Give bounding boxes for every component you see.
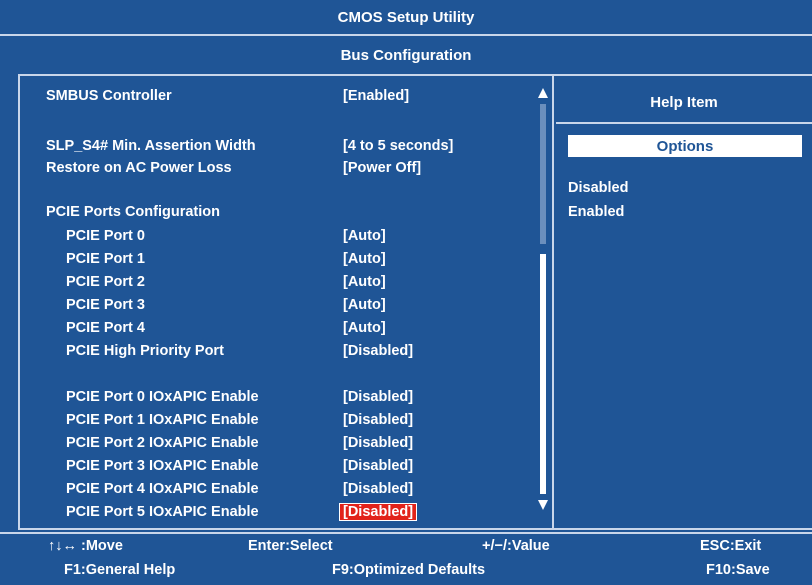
key-select: Enter:Select xyxy=(248,538,333,554)
setting-value[interactable]: [Auto] xyxy=(340,274,389,290)
scroll-track-upper xyxy=(540,104,546,244)
setting-label: PCIE Port 3 IOxAPIC Enable xyxy=(66,458,259,474)
page-title: Bus Configuration xyxy=(340,46,472,64)
key-optimized-defaults: F9:Optimized Defaults xyxy=(332,562,486,578)
setting-value[interactable]: [Auto] xyxy=(340,297,389,313)
setting-value[interactable]: [Disabled] xyxy=(340,435,416,451)
help-title: Help Item xyxy=(650,93,718,111)
settings-scrollbar[interactable] xyxy=(538,88,550,516)
setting-label: PCIE Port 2 IOxAPIC Enable xyxy=(66,435,259,451)
key-exit: ESC:Exit xyxy=(700,538,762,554)
key-move: ↑↓↔ :Move xyxy=(48,538,123,554)
setting-value[interactable]: [Power Off] xyxy=(340,160,424,176)
scroll-thumb[interactable] xyxy=(540,254,546,494)
panel-divider xyxy=(552,74,554,530)
setting-value[interactable]: [Disabled] xyxy=(340,458,416,474)
setting-label: PCIE Port 0 xyxy=(66,228,145,244)
help-divider xyxy=(556,122,812,124)
setting-label: PCIE High Priority Port xyxy=(66,343,224,359)
key-value: +/−/:Value xyxy=(482,538,550,554)
setting-value[interactable]: [Auto] xyxy=(340,228,389,244)
setting-label: PCIE Port 1 IOxAPIC Enable xyxy=(66,412,259,428)
setting-value-selected[interactable]: [Disabled] xyxy=(338,503,418,521)
setting-label: PCIE Port 0 IOxAPIC Enable xyxy=(66,389,259,405)
footer-divider xyxy=(0,532,812,534)
setting-value[interactable]: [Disabled] xyxy=(340,343,416,359)
setting-value[interactable]: [Disabled] xyxy=(340,412,416,428)
setting-value[interactable]: [Enabled] xyxy=(340,88,412,104)
scroll-up-arrow-icon[interactable] xyxy=(538,88,548,98)
option-disabled: Disabled xyxy=(568,180,629,196)
setting-value[interactable]: [Auto] xyxy=(340,320,389,336)
setting-value[interactable]: [Auto] xyxy=(340,251,389,267)
key-help-footer: ↑↓↔ :Move Enter:Select +/−/:Value ESC:Ex… xyxy=(0,532,812,585)
setting-label: PCIE Port 2 xyxy=(66,274,145,290)
setting-value[interactable]: [Disabled] xyxy=(340,481,416,497)
scroll-down-arrow-icon[interactable] xyxy=(538,500,548,510)
setting-label: PCIE Port 4 IOxAPIC Enable xyxy=(66,481,259,497)
option-enabled: Enabled xyxy=(568,204,625,220)
setting-label: PCIE Port 3 xyxy=(66,297,145,313)
setting-value[interactable]: [4 to 5 seconds] xyxy=(340,138,456,154)
setting-label: PCIE Port 5 IOxAPIC Enable xyxy=(66,504,259,520)
scroll-track[interactable] xyxy=(540,104,546,494)
setting-value[interactable]: [Disabled] xyxy=(340,389,416,405)
setting-label: PCIE Port 4 xyxy=(66,320,145,336)
options-header: Options xyxy=(568,135,802,157)
bios-screen: CMOS Setup Utility Bus Configuration SMB… xyxy=(0,0,812,585)
section-heading: PCIE Ports Configuration xyxy=(46,204,220,220)
setting-label: SMBUS Controller xyxy=(46,88,172,104)
setting-label: PCIE Port 1 xyxy=(66,251,145,267)
key-save: F10:Save xyxy=(706,562,770,578)
key-general-help: F1:General Help xyxy=(64,562,176,578)
app-title: CMOS Setup Utility xyxy=(0,0,812,36)
setting-label: SLP_S4# Min. Assertion Width xyxy=(46,138,256,154)
setting-label: Restore on AC Power Loss xyxy=(46,160,232,176)
